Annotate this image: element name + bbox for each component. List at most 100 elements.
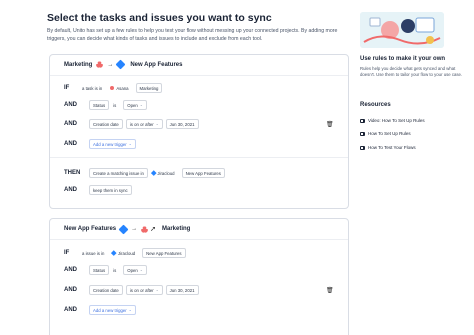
date-value: Jun 30, 2021	[169, 121, 195, 127]
chevron-down-icon: ⌄	[139, 267, 143, 272]
flow-header: Marketing → New App Features	[64, 59, 183, 70]
and-keyword: AND	[64, 287, 77, 293]
resource-link-setup[interactable]: How To Set Up Rules	[360, 131, 411, 136]
if-app-label: Jiracloud	[117, 250, 136, 256]
chevron-down-icon: ⌄	[139, 102, 143, 107]
status-field-value: Status	[93, 102, 106, 108]
rules-help-text: Rules help you decide what gets synced a…	[360, 66, 463, 78]
rule-status-row: AND Status is Open ⌄	[64, 100, 147, 110]
keep-sync-select[interactable]: keep them in sync	[89, 185, 132, 195]
resources-title: Resources	[360, 102, 391, 108]
and-keyword: AND	[64, 102, 77, 108]
resource-link-test[interactable]: How To Test Your Flows	[360, 145, 416, 150]
asana-icon	[110, 86, 115, 90]
if-keyword: IF	[64, 250, 70, 256]
add-trigger-label: Add a new trigger	[93, 307, 127, 313]
date-field-select[interactable]: Creation date	[89, 285, 123, 295]
book-icon	[360, 145, 365, 150]
flow-source-label: Marketing	[64, 61, 93, 68]
flow-card-features-to-marketing: New App Features → ➚ Marketing IF a issu…	[49, 218, 349, 335]
flow-card-marketing-to-features: Marketing → New App Features IF a task i…	[49, 54, 349, 209]
trash-icon[interactable]: 🗑	[326, 287, 334, 294]
if-app-label: Asana	[116, 85, 129, 91]
then-action-value: Create a matching issue in	[93, 170, 144, 176]
then-action-select[interactable]: Create a matching issue in	[89, 168, 148, 178]
rule-if-row: IF a issue is in Jiracloud New App Featu…	[64, 248, 186, 258]
status-operator: is	[112, 100, 121, 110]
rule-keep-row: AND keep them in sync	[64, 185, 132, 195]
book-icon	[360, 118, 365, 123]
then-project-value: New App Features	[185, 170, 221, 176]
date-value: Jun 30, 2021	[169, 287, 195, 293]
illustration-graphic	[360, 12, 444, 48]
jira-icon	[151, 170, 157, 176]
jira-icon	[115, 59, 126, 70]
add-trigger-button[interactable]: Add a new trigger ⌄	[89, 305, 136, 315]
and-keyword: AND	[64, 141, 77, 147]
status-field-select[interactable]: Status	[89, 100, 110, 110]
page-description: By default, Unito has set up a few rules…	[47, 28, 338, 42]
if-subject: a issue is in	[81, 248, 109, 258]
book-icon	[360, 131, 365, 136]
status-field-value: Status	[93, 267, 106, 273]
chevron-down-icon: ⌄	[155, 121, 159, 126]
divider	[50, 239, 348, 240]
keep-sync-value: keep them in sync	[93, 187, 128, 193]
date-operator-select[interactable]: is on or after ⌄	[125, 119, 163, 129]
if-project-select[interactable]: New App Features	[142, 248, 186, 258]
arrow-right-icon: →	[107, 61, 114, 68]
rule-then-row: THEN Create a matching issue in Jiraclou…	[64, 168, 225, 178]
flow-target-label: Marketing	[162, 226, 191, 232]
then-app-pill: Jiracloud	[150, 168, 179, 178]
rules-help-title: Use rules to make it your own	[360, 56, 446, 62]
asana-icon	[141, 225, 149, 233]
jira-icon	[111, 250, 117, 256]
if-keyword: IF	[64, 85, 70, 91]
trash-icon[interactable]: 🗑	[326, 121, 334, 128]
rule-status-row: AND Status is Open ⌄	[64, 265, 147, 275]
date-field-select[interactable]: Creation date	[89, 119, 123, 129]
date-value-input[interactable]: Jun 30, 2021	[165, 119, 199, 129]
resource-link-label: How To Set Up Rules	[368, 131, 411, 136]
flow-target-label: New App Features	[130, 61, 183, 68]
if-project-value: New App Features	[146, 250, 182, 256]
chevron-down-icon: ⌄	[128, 307, 132, 312]
asana-icon	[96, 61, 104, 68]
date-value-input[interactable]: Jun 30, 2021	[165, 285, 199, 295]
resource-link-video[interactable]: Video: How To Set Up Rules	[360, 118, 425, 123]
status-value-select[interactable]: Open ⌄	[123, 265, 147, 275]
then-keyword: THEN	[64, 170, 81, 176]
rule-add-row: AND Add a new trigger ⌄	[64, 139, 136, 149]
status-value-select[interactable]: Open ⌄	[123, 100, 147, 110]
add-trigger-button[interactable]: Add a new trigger ⌄	[89, 139, 136, 149]
if-project-select[interactable]: Marketing	[135, 83, 163, 93]
rule-if-row: IF a task is in Asana Marketing	[64, 83, 163, 93]
and-keyword: AND	[64, 267, 77, 273]
date-operator-value: is on or after	[129, 121, 154, 127]
rule-date-row: AND Creation date is on or after ⌄ Jun 30…	[64, 285, 199, 295]
rule-date-row: AND Creation date is on or after ⌄ Jun 30…	[64, 119, 199, 129]
help-sidebar: Use rules to make it your own Rules help…	[358, 0, 474, 335]
if-project-value: Marketing	[139, 85, 159, 91]
flow-source-label: New App Features	[64, 226, 117, 232]
main-panel: Select the tasks and issues you want to …	[45, 0, 355, 335]
status-value: Open	[127, 102, 138, 108]
if-app-pill: Jiracloud	[111, 248, 140, 258]
jira-icon	[118, 224, 129, 234]
and-keyword: AND	[64, 187, 77, 193]
date-operator-select[interactable]: is on or after ⌄	[125, 285, 163, 295]
date-operator-value: is on or after	[129, 287, 154, 293]
then-app-label: Jiracloud	[157, 170, 175, 176]
flow-header: New App Features → ➚ Marketing	[64, 224, 191, 234]
if-app-pill: Asana	[109, 83, 133, 93]
status-field-select[interactable]: Status	[89, 265, 110, 275]
chevron-down-icon: ⌄	[155, 287, 159, 292]
status-value: Open	[127, 267, 138, 273]
and-keyword: AND	[64, 121, 77, 127]
resource-link-label: Video: How To Set Up Rules	[368, 118, 425, 123]
then-project-select[interactable]: New App Features	[181, 168, 225, 178]
add-trigger-label: Add a new trigger	[93, 141, 127, 147]
arrow-right-icon: →	[131, 226, 138, 232]
status-operator: is	[112, 265, 121, 275]
page-title: Select the tasks and issues you want to …	[47, 12, 272, 24]
